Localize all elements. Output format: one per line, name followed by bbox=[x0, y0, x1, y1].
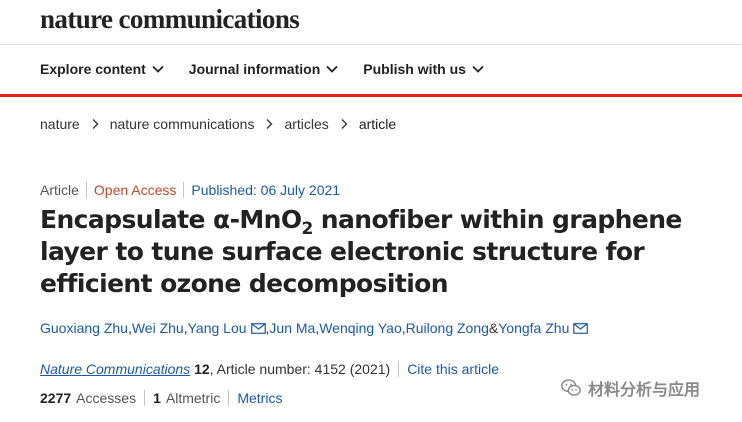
altmetric-label: Altmetric bbox=[165, 390, 221, 406]
nav-explore-content[interactable]: Explore content bbox=[40, 61, 164, 77]
main-nav: Explore content Journal information Publ… bbox=[40, 54, 484, 84]
chevron-down-icon bbox=[472, 65, 484, 73]
watermark-text: 材料分析与应用 bbox=[588, 382, 701, 399]
article-number: , Article number: 4152 (2021) bbox=[209, 361, 391, 377]
author-separator: & bbox=[488, 320, 499, 336]
chevron-down-icon bbox=[152, 65, 164, 73]
site-logo[interactable]: nature communications bbox=[40, 2, 300, 36]
chevron-right-icon bbox=[266, 118, 274, 130]
author-link[interactable]: Wenqing Yao bbox=[319, 320, 402, 336]
chevron-right-icon bbox=[92, 118, 99, 130]
wechat-icon bbox=[561, 379, 581, 396]
breadcrumb: nature nature communications articles ar… bbox=[40, 116, 396, 132]
author-link[interactable]: Wei Zhu bbox=[132, 320, 184, 336]
article-title: Encapsulate α-MnO2 nanofiber within grap… bbox=[40, 204, 730, 300]
breadcrumb-article: article bbox=[358, 116, 397, 132]
nav-explore-content-label: Explore content bbox=[40, 61, 146, 77]
nav-journal-information-label: Journal information bbox=[188, 61, 321, 77]
author-link[interactable]: Yang Lou bbox=[188, 320, 247, 336]
author-link[interactable]: Yongfa Zhu bbox=[498, 320, 569, 336]
masthead: nature communications bbox=[40, 0, 300, 44]
article-meta: Article Open Access Published: 06 July 2… bbox=[40, 182, 347, 198]
author-link[interactable]: Ruilong Zong bbox=[406, 320, 489, 336]
volume-number: 12 bbox=[194, 361, 210, 377]
breadcrumb-nature-communications[interactable]: nature communications bbox=[110, 116, 255, 132]
author-link[interactable]: Jun Ma bbox=[269, 320, 315, 336]
breadcrumb-nature[interactable]: nature bbox=[40, 116, 80, 132]
mail-icon[interactable] bbox=[573, 322, 589, 334]
altmetric-metric: 1 Altmetric bbox=[144, 390, 228, 406]
author-list: Guoxiang Zhu, Wei Zhu, Yang Lou , Jun Ma… bbox=[40, 320, 589, 336]
article-type: Article bbox=[40, 182, 79, 198]
nav-journal-information[interactable]: Journal information bbox=[189, 61, 338, 77]
cite-this-article-link[interactable]: Cite this article bbox=[398, 361, 507, 377]
metrics-link[interactable]: Metrics bbox=[228, 390, 290, 406]
nav-publish-with-us-label: Publish with us bbox=[363, 61, 466, 77]
chevron-right-icon bbox=[341, 118, 348, 130]
metrics-bar: 2277 Accesses 1 Altmetric Metrics bbox=[40, 390, 290, 406]
title-text-part1: Encapsulate α-MnO bbox=[40, 205, 302, 234]
nav-publish-with-us[interactable]: Publish with us bbox=[363, 61, 484, 77]
altmetric-count: 1 bbox=[153, 390, 161, 406]
accesses-label: Accesses bbox=[76, 390, 137, 406]
chevron-down-icon bbox=[326, 65, 338, 73]
header-divider bbox=[0, 44, 742, 45]
accesses-metric: 2277 Accesses bbox=[40, 390, 144, 406]
open-access-badge: Open Access bbox=[85, 182, 184, 198]
title-subscript: 2 bbox=[301, 219, 313, 239]
nav-accent-bar bbox=[0, 94, 742, 97]
published-date: Published: 06 July 2021 bbox=[183, 182, 347, 198]
author-link[interactable]: Guoxiang Zhu bbox=[40, 320, 128, 336]
citation-line: Nature Communications 12, Article number… bbox=[40, 361, 507, 377]
watermark: 材料分析与应用 bbox=[560, 376, 700, 400]
journal-link[interactable]: Nature Communications bbox=[40, 361, 190, 377]
citation-info: Nature Communications 12, Article number… bbox=[40, 361, 398, 377]
mail-icon[interactable] bbox=[250, 322, 266, 334]
accesses-count: 2277 bbox=[40, 390, 72, 406]
breadcrumb-articles[interactable]: articles bbox=[284, 116, 328, 132]
